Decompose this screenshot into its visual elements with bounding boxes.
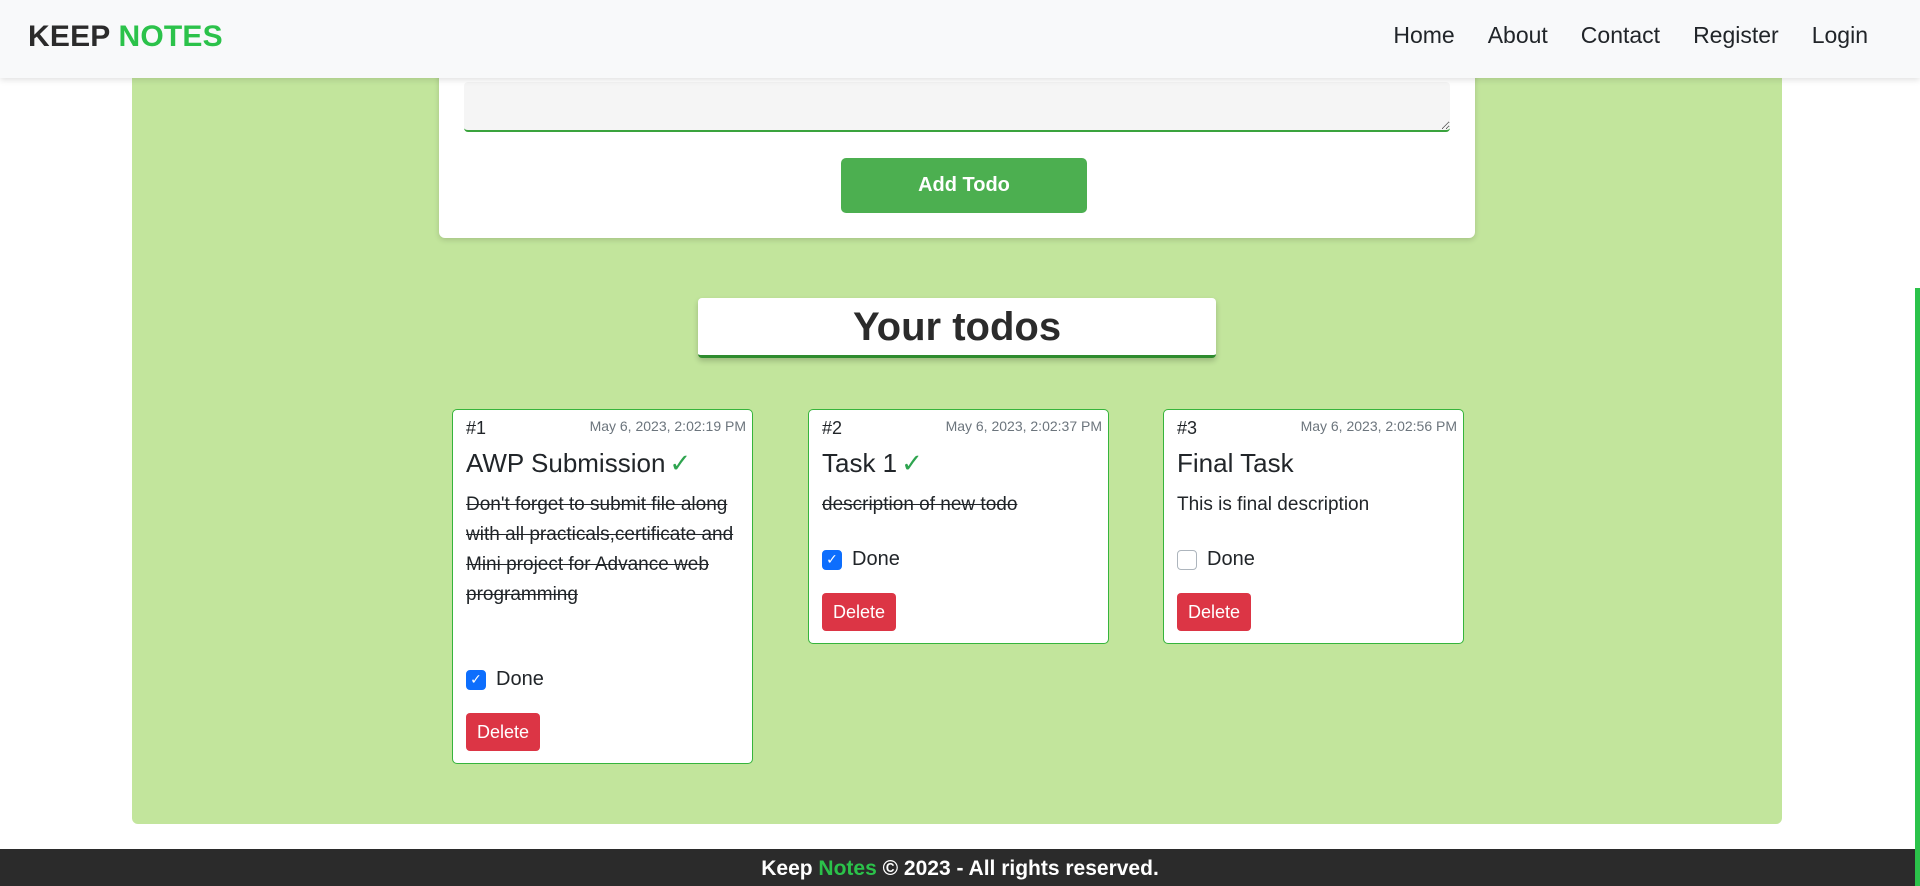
todo-title: Task 1 ✓ [822, 448, 923, 479]
todo-card: #2 May 6, 2023, 2:02:37 PM Task 1 ✓ descr… [808, 409, 1109, 644]
done-checkbox[interactable]: ✓ [822, 549, 842, 570]
todo-title-text: Final Task [1177, 448, 1294, 478]
todo-date: May 6, 2023, 2:02:56 PM [1300, 418, 1457, 434]
todos-heading: Your todos [698, 298, 1216, 358]
nav-links: Home About Contact Register Login [1393, 22, 1868, 49]
footer: Keep Notes © 2023 - All rights reserved. [0, 849, 1920, 886]
delete-button[interactable]: Delete [822, 593, 897, 631]
done-label: Done [852, 548, 900, 570]
todo-title: Final Task [1177, 448, 1294, 479]
done-toggle[interactable]: Done [1177, 548, 1255, 571]
todo-number: #2 [822, 418, 843, 438]
brand-keep: KEEP [28, 20, 110, 53]
scrollbar[interactable] [1915, 288, 1920, 886]
done-label: Done [496, 668, 544, 690]
done-label: Done [1207, 548, 1255, 570]
delete-button[interactable]: Delete [1177, 593, 1252, 631]
todo-title: AWP Submission ✓ [466, 448, 691, 479]
done-toggle[interactable]: ✓ Done [466, 668, 544, 691]
nav-about[interactable]: About [1488, 22, 1548, 49]
done-toggle[interactable]: ✓ Done [822, 548, 900, 571]
todo-date: May 6, 2023, 2:02:19 PM [589, 418, 746, 434]
todo-description: Don't forget to submit file along with a… [466, 494, 734, 605]
todo-card: #1 May 6, 2023, 2:02:19 PM AWP Submissio… [452, 409, 753, 764]
nav-login[interactable]: Login [1812, 22, 1868, 49]
delete-button[interactable]: Delete [466, 713, 541, 751]
navbar: KEEP NOTES Home About Contact Register L… [0, 0, 1920, 78]
todo-description: This is final description [1177, 494, 1370, 515]
add-todo-button[interactable]: Add Todo [841, 158, 1087, 213]
todo-number: #3 [1177, 418, 1198, 438]
todo-title-text: AWP Submission [466, 448, 666, 478]
nav-contact[interactable]: Contact [1581, 22, 1660, 49]
done-checkbox[interactable] [1177, 549, 1197, 570]
footer-keep: Keep [761, 857, 813, 880]
main-section: Add Todo Your todos #1 May 6, 2023, 2:02… [132, 60, 1782, 824]
nav-home[interactable]: Home [1393, 22, 1454, 49]
footer-notes: Notes [818, 857, 877, 880]
brand-logo[interactable]: KEEP NOTES [28, 20, 223, 54]
todo-card: #3 May 6, 2023, 2:02:56 PM Final Task Th… [1163, 409, 1464, 644]
footer-copyright: © 2023 - All rights reserved. [882, 857, 1159, 880]
todo-title-text: Task 1 [822, 448, 898, 478]
done-checkbox[interactable]: ✓ [466, 669, 486, 690]
nav-register[interactable]: Register [1693, 22, 1779, 49]
description-input[interactable] [464, 82, 1450, 132]
todo-number: #1 [466, 418, 487, 438]
todo-date: May 6, 2023, 2:02:37 PM [945, 418, 1102, 434]
check-icon: ✓ [901, 448, 923, 478]
todo-description: description of new todo [822, 494, 1018, 515]
check-icon: ✓ [669, 448, 692, 478]
add-todo-form: Add Todo [439, 60, 1475, 238]
brand-notes: NOTES [118, 20, 223, 53]
